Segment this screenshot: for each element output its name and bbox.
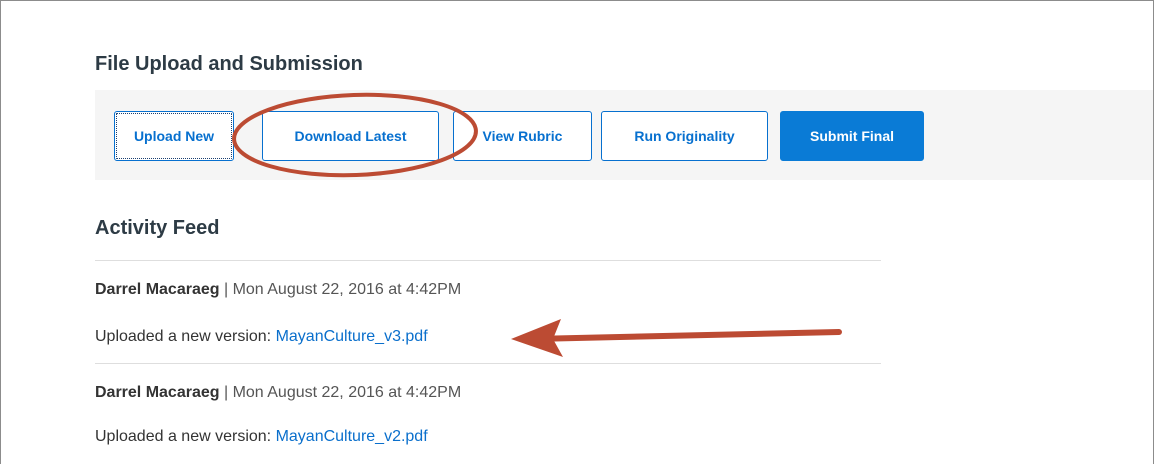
section-title: File Upload and Submission [95,53,363,75]
feed-entry-message: Uploaded a new version: MayanCulture_v3.… [95,328,428,346]
file-link-v2[interactable]: MayanCulture_v2.pdf [276,428,428,445]
submit-final-button[interactable]: Submit Final [780,111,924,161]
entry-author: Darrel Macaraeg [95,281,220,298]
arrow-head-icon [511,319,563,357]
feed-entry-meta: Darrel Macaraeg | Mon August 22, 2016 at… [95,281,461,299]
feed-divider [95,260,881,261]
entry-timestamp: Mon August 22, 2016 at 4:42PM [232,281,462,298]
entry-message: Uploaded a new version: [95,328,276,345]
meta-separator: | [219,384,233,401]
file-link-v3[interactable]: MayanCulture_v3.pdf [276,328,428,345]
view-rubric-button[interactable]: View Rubric [453,111,592,161]
activity-feed-title: Activity Feed [95,217,220,239]
submission-panel: File Upload and Submission Upload New Do… [0,0,1154,464]
feed-entry-meta: Darrel Macaraeg | Mon August 22, 2016 at… [95,384,461,402]
meta-separator: | [219,281,233,298]
action-toolbar: Upload New Download Latest View Rubric R… [95,90,1153,180]
entry-message: Uploaded a new version: [95,428,276,445]
download-latest-button[interactable]: Download Latest [262,111,439,161]
pointer-arrow-icon [530,329,842,342]
feed-entry-message: Uploaded a new version: MayanCulture_v2.… [95,428,428,446]
entry-author: Darrel Macaraeg [95,384,220,401]
run-originality-button[interactable]: Run Originality [601,111,768,161]
feed-divider [95,363,881,364]
upload-new-button[interactable]: Upload New [114,111,234,161]
entry-timestamp: Mon August 22, 2016 at 4:42PM [232,384,462,401]
